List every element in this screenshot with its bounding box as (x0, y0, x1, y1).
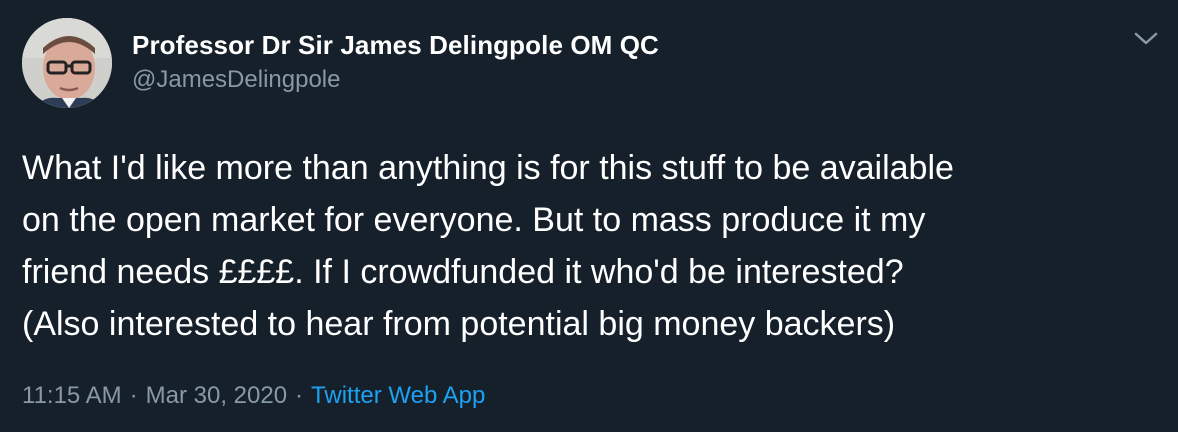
tweet-time[interactable]: 11:15 AM (22, 382, 122, 409)
source-app-link[interactable]: Twitter Web App (311, 382, 485, 409)
tweet-meta: 11:15 AM · Mar 30, 2020 · Twitter Web App (22, 382, 485, 410)
avatar[interactable] (22, 18, 112, 108)
meta-separator: · (295, 382, 304, 409)
author-handle[interactable]: @JamesDelingpole (132, 66, 340, 94)
tweet-date[interactable]: Mar 30, 2020 (146, 382, 287, 409)
tweet-card: Professor Dr Sir James Delingpole OM QC … (0, 0, 1178, 432)
tweet-text-line: What I'd like more than anything is for … (22, 149, 954, 187)
tweet-text-line: friend needs ££££. If I crowdfunded it w… (22, 253, 904, 291)
avatar-image (22, 18, 112, 108)
meta-separator: · (129, 382, 138, 409)
tweet-text-line: on the open market for everyone. But to … (22, 201, 926, 239)
tweet-text: What I'd like more than anything is for … (22, 142, 1152, 350)
tweet-text-line: (Also interested to hear from potential … (22, 305, 896, 343)
chevron-down-icon[interactable] (1132, 28, 1160, 48)
author-name[interactable]: Professor Dr Sir James Delingpole OM QC (132, 30, 659, 61)
